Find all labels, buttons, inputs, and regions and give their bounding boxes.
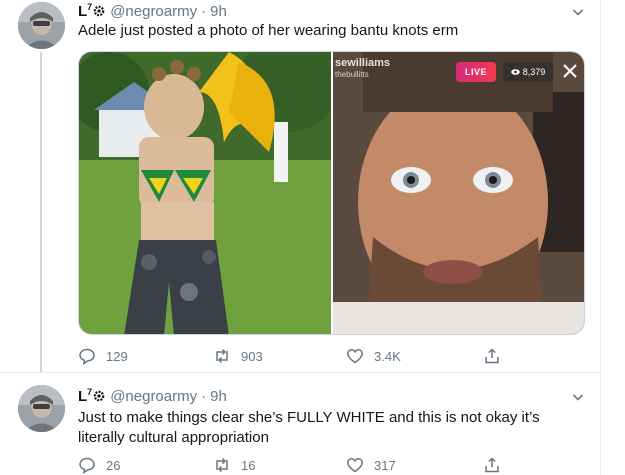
name-superscript: 7 — [87, 387, 93, 397]
stream-username: sewilliams — [335, 57, 391, 69]
reply-count: 26 — [106, 457, 121, 473]
retweet-button[interactable]: 903 — [213, 346, 263, 366]
reply-button[interactable]: 26 — [78, 455, 120, 475]
retweet-icon — [213, 347, 231, 365]
viewer-count-badge: 8,379 — [503, 62, 553, 82]
gear-icon — [93, 390, 105, 402]
media-photo-right[interactable]: sewilliams thebullitts LIVE 8,379 — [333, 52, 584, 334]
tweet-text: Just to make things clear she’s FULLY WH… — [78, 409, 540, 446]
separator-dot: · — [201, 387, 207, 405]
display-name[interactable]: L7 — [78, 2, 92, 20]
separator-dot: · — [201, 2, 207, 20]
live-badge: LIVE — [456, 62, 496, 82]
user-handle[interactable]: @negroarmy — [110, 3, 197, 20]
tweet-actions: 129 903 3.4K — [78, 346, 518, 366]
tweet-media[interactable]: sewilliams thebullitts LIVE 8,379 — [78, 51, 585, 335]
eye-icon — [510, 69, 520, 75]
retweet-count: 16 — [241, 457, 256, 473]
tweet[interactable]: L7 @negroarmy · 9h Adele just posted a p… — [0, 0, 600, 372]
user-handle[interactable]: @negroarmy — [110, 388, 197, 405]
close-icon — [561, 62, 579, 80]
viewer-count: 8,379 — [522, 67, 546, 77]
stream-subtitle: thebullitts — [335, 70, 369, 79]
tweet-header: L7 @negroarmy · 9h — [78, 386, 227, 406]
avatar[interactable] — [18, 2, 65, 49]
display-name[interactable]: L7 — [78, 387, 92, 405]
timestamp[interactable]: 9h — [210, 3, 227, 20]
like-count: 317 — [374, 457, 396, 473]
tweet[interactable]: L7 @negroarmy · 9h Just to make things c… — [0, 372, 600, 475]
like-count: 3.4K — [374, 348, 401, 364]
reply-icon — [78, 456, 96, 474]
reply-icon — [78, 347, 96, 365]
live-overlay: sewilliams thebullitts LIVE 8,379 — [333, 52, 584, 92]
reply-count: 129 — [106, 348, 128, 364]
share-button[interactable] — [483, 346, 501, 366]
thread-line — [40, 52, 42, 372]
share-icon — [483, 456, 501, 474]
tweet-text: Adele just posted a photo of her wearing… — [78, 22, 459, 39]
retweet-count: 903 — [241, 348, 263, 364]
avatar[interactable] — [18, 385, 65, 432]
timeline-border — [600, 0, 601, 475]
tweet-header: L7 @negroarmy · 9h — [78, 1, 227, 21]
tweet-actions: 26 16 317 — [78, 455, 518, 475]
heart-icon — [346, 347, 364, 365]
name-superscript: 7 — [87, 2, 93, 12]
reply-button[interactable]: 129 — [78, 346, 128, 366]
chevron-down-icon[interactable] — [570, 389, 586, 405]
timestamp[interactable]: 9h — [210, 388, 227, 405]
retweet-button[interactable]: 16 — [213, 455, 255, 475]
share-icon — [483, 347, 501, 365]
share-button[interactable] — [483, 455, 501, 475]
like-button[interactable]: 3.4K — [346, 346, 401, 366]
heart-icon — [346, 456, 364, 474]
retweet-icon — [213, 456, 231, 474]
chevron-down-icon[interactable] — [570, 4, 586, 20]
gear-icon — [93, 5, 105, 17]
like-button[interactable]: 317 — [346, 455, 396, 475]
media-photo-left[interactable] — [79, 52, 331, 334]
